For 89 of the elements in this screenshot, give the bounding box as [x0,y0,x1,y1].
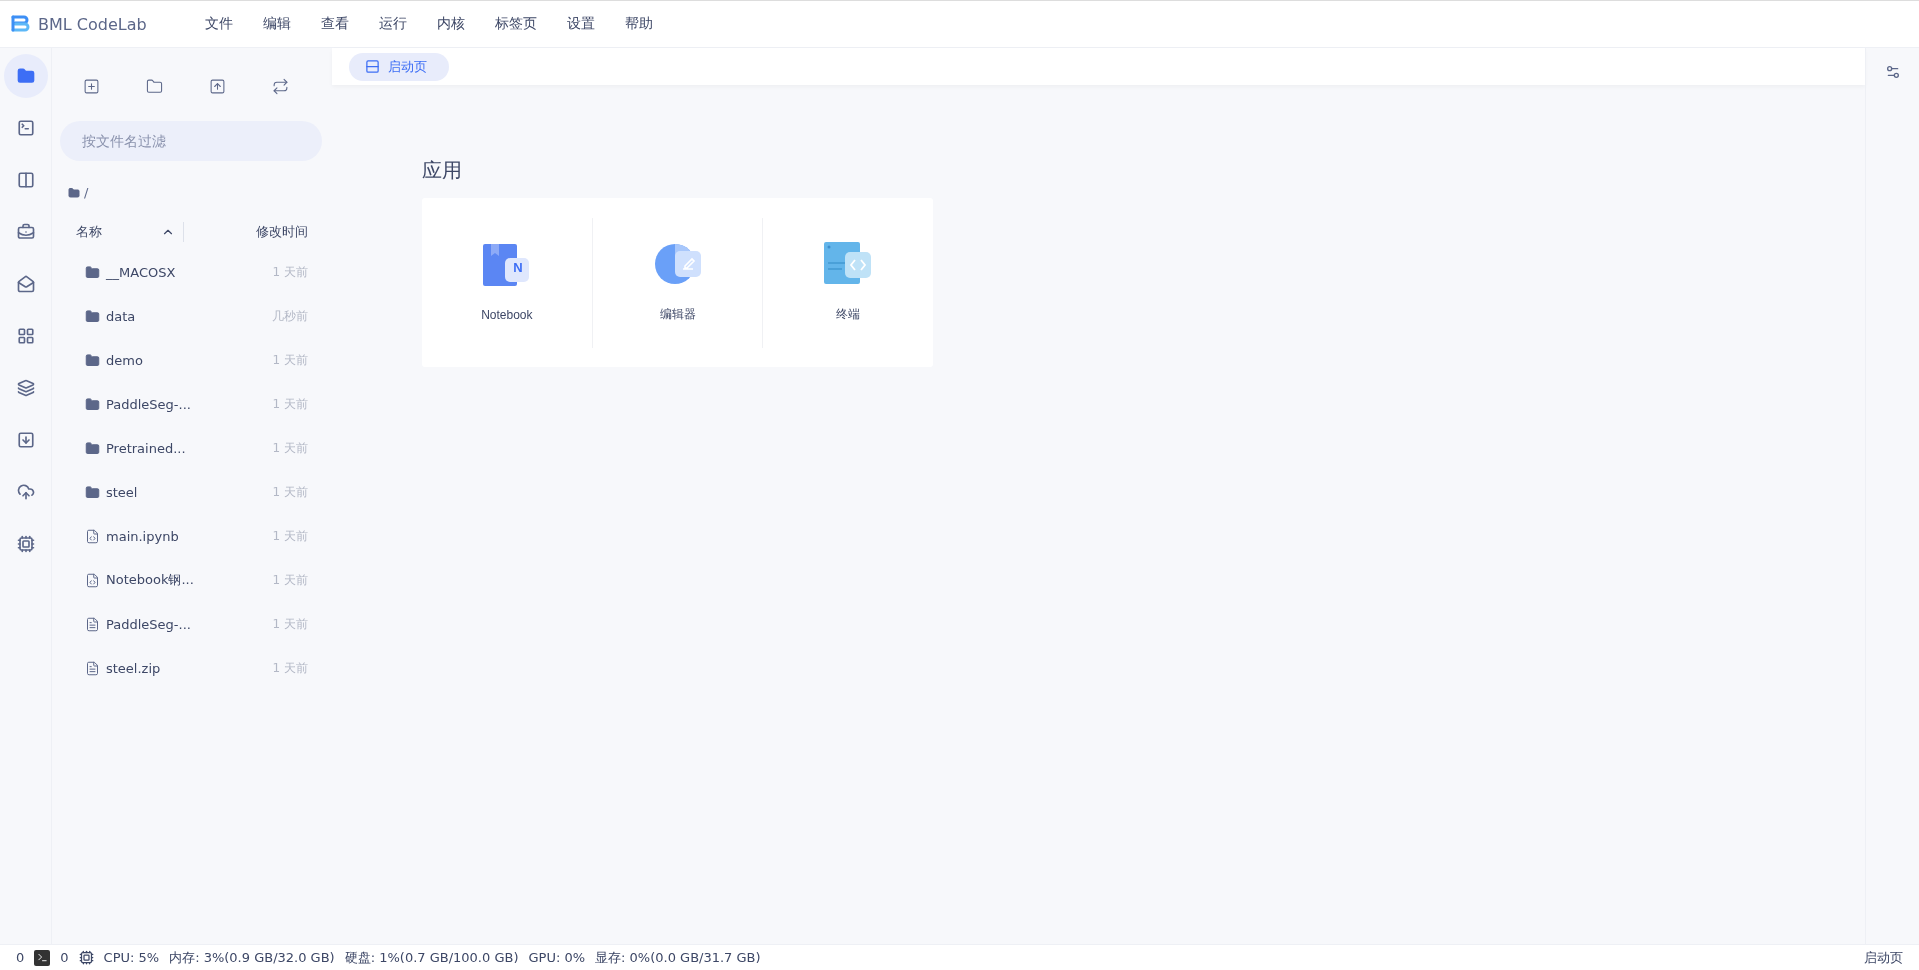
menu-item[interactable]: 查看 [306,0,364,48]
kernel-count: 0 [16,950,25,965]
menu-item[interactable]: 文件 [190,0,248,48]
file-icon [85,660,100,676]
file-name: Pretrained... [106,440,187,456]
app-launcher-item[interactable]: 终端 [762,217,933,348]
file-row[interactable]: demo 1 天前 [60,338,322,382]
refresh-button[interactable] [270,76,291,97]
modified-time: 1 天前 [272,263,308,281]
notebook-app-icon [482,243,531,288]
new-file-button[interactable] [81,76,102,97]
app-name: BML CodeLab [38,14,147,34]
menu-item[interactable]: 设置 [552,0,610,48]
file-name: PaddleSeg-... [106,396,192,412]
file-row[interactable]: PaddleSeg-... 1 天前 [60,602,322,646]
file-row[interactable]: steel 1 天前 [60,470,322,514]
file-name: PaddleSeg-... [106,616,192,632]
modified-time: 1 天前 [272,527,308,545]
active-tab-name: 启动页 [1864,948,1903,967]
terminal-app-icon [824,242,873,286]
folder-icon [68,186,80,199]
chip-icon [16,535,35,553]
modified-time: 1 天前 [272,439,308,457]
resource-metric: 显存: 0%(0.0 GB/31.7 GB) [595,948,761,967]
file-name: Notebook钢... [106,571,195,589]
file-row[interactable]: Notebook钢... 1 天前 [60,558,322,602]
modified-time: 1 天前 [272,351,308,369]
folder-rail-button[interactable] [3,54,48,98]
file-name: demo [106,352,144,368]
menu-item[interactable]: 内核 [422,0,480,48]
file-row[interactable]: data 几秒前 [60,294,322,338]
file-name: steel.zip [106,660,162,676]
terminal-count: 0 [60,950,69,965]
plus-square-icon [83,78,100,95]
resource-metric: CPU: 5% [103,950,160,965]
menu-item[interactable]: 帮助 [610,0,668,48]
badge-letter: N [512,259,524,275]
folder-icon [16,67,35,85]
launcher-tab[interactable]: 启动页 [349,52,449,81]
resource-metric: 内存: 3%(0.9 GB/32.0 GB) [169,948,335,967]
folder-icon [146,78,163,95]
column-header[interactable]: 名称 [76,223,102,241]
file-row[interactable]: Pretrained... 1 天前 [60,426,322,470]
file-name: main.ipynb [106,528,180,544]
folder-icon [85,308,100,324]
file-row[interactable]: PaddleSeg-... 1 天前 [60,382,322,426]
menu-item[interactable]: 标签页 [480,0,552,48]
chip-icon [78,950,94,965]
logo-icon [10,13,30,35]
resource-metric: 硬盘: 1%(0.7 GB/100.0 GB) [344,948,519,967]
column-header[interactable]: 修改时间 [256,223,308,241]
folder-icon [85,440,100,456]
folder-icon [85,484,100,500]
app-launcher-item[interactable]: N Notebook [422,217,592,348]
cloud-icon [16,483,35,501]
breadcrumb-path[interactable]: / [84,185,89,200]
folder-icon [85,264,100,280]
modified-time: 1 天前 [272,483,308,501]
mail-icon [16,275,35,293]
app-launcher-item[interactable]: 编辑器 [591,217,763,348]
file-row[interactable]: main.ipynb 1 天前 [60,514,322,558]
modified-time: 1 天前 [272,395,308,413]
editor-app-icon [654,242,701,286]
launcher-icon [365,59,380,74]
apps-icon [16,327,35,345]
file-name: __MACOSX [106,264,177,280]
modified-time: 1 天前 [272,615,308,633]
download-icon [16,431,35,449]
modified-time: 几秒前 [272,307,308,325]
folder-icon [85,352,100,368]
upload-button[interactable] [207,76,228,97]
menu-item[interactable]: 编辑 [248,0,306,48]
file-name: data [106,308,137,324]
file-row[interactable]: steel.zip 1 天前 [60,646,322,690]
modified-time: 1 天前 [272,659,308,677]
file-name: steel [106,484,139,500]
resource-metric: GPU: 0% [528,950,586,965]
toolbox-icon [16,223,35,241]
layers-icon [16,379,35,397]
modified-time: 1 天前 [272,571,308,589]
menu-item[interactable]: 运行 [364,0,422,48]
file-icon [85,616,100,632]
refresh-icon [272,78,289,95]
upload-icon [209,78,226,95]
section-title: 应用 [422,157,463,184]
filter-field[interactable]: 按文件名过滤 [60,121,322,161]
folder-icon [85,396,100,412]
file-row[interactable]: __MACOSX 1 天前 [60,250,322,294]
split-icon [16,171,35,189]
